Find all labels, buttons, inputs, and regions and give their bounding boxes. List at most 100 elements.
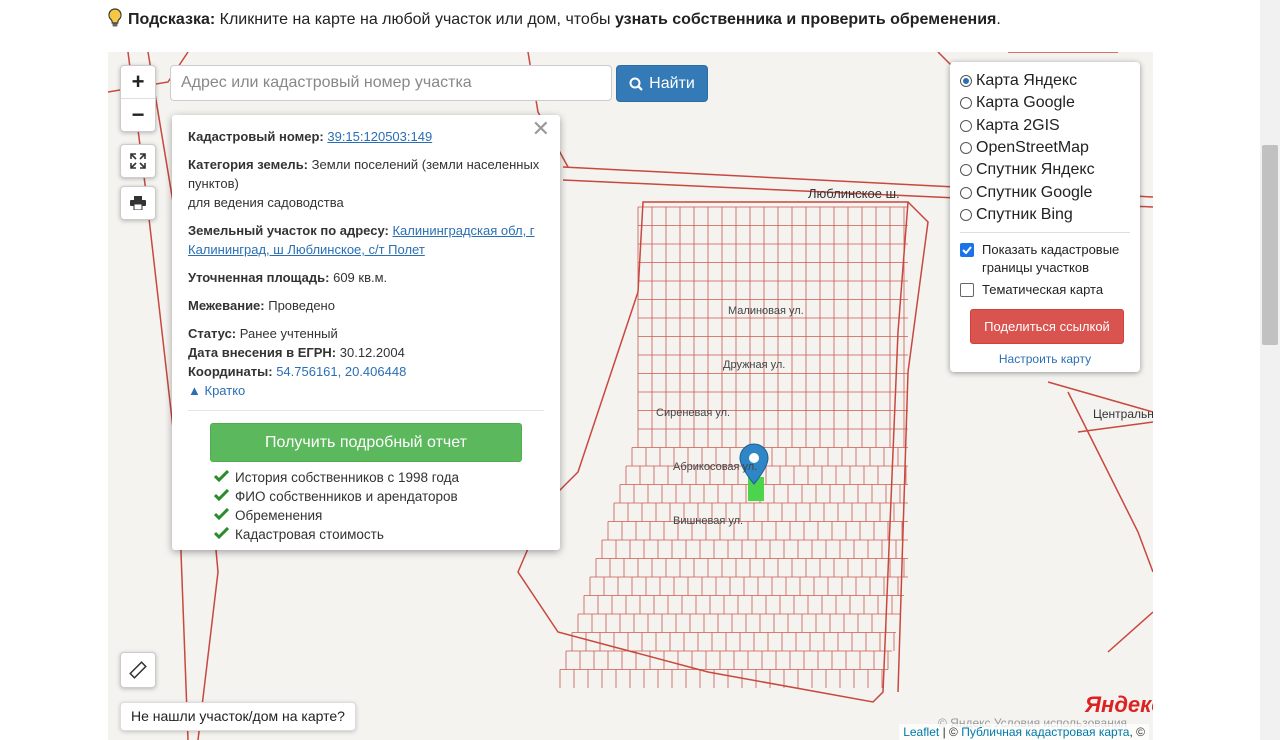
layer-option-bing-satellite[interactable]: Спутник Bing — [960, 204, 1130, 226]
street-label-4: Абрикосовая ул. — [673, 461, 757, 473]
hint-end: . — [996, 11, 1001, 28]
printer-icon — [130, 196, 146, 210]
survey-row: Межевание: Проведено — [188, 296, 544, 315]
leaflet-link[interactable]: Leaflet — [903, 725, 939, 739]
status-row: Статус: Ранее учтенный Дата внесения в Е… — [188, 324, 544, 400]
not-found-button[interactable]: Не нашли участок/дом на карте? — [120, 702, 356, 731]
page-scrollbar[interactable] — [1260, 0, 1280, 740]
egrn-date-label: Дата внесения в ЕГРН: — [188, 345, 337, 360]
find-button[interactable]: Найти — [616, 65, 708, 102]
survey-label: Межевание: — [188, 298, 265, 313]
layer-option-yandex-satellite[interactable]: Спутник Яндекс — [960, 159, 1130, 181]
show-cadastral-checkbox[interactable]: Показать кадастровые границы участков — [960, 241, 1130, 277]
status-label: Статус: — [188, 326, 237, 341]
feature-label: ФИО собственников и арендаторов — [235, 489, 458, 504]
scrollbar-thumb[interactable] — [1262, 145, 1278, 345]
thematic-label: Тематическая карта — [982, 282, 1104, 298]
fullscreen-button[interactable] — [120, 144, 156, 178]
list-item: ФИО собственников и арендаторов — [213, 487, 544, 506]
hint-text: Кликните на карте на любой участок или д… — [215, 11, 615, 28]
yandex-logo: Яндекс — [1085, 692, 1153, 717]
configure-map-link[interactable]: Настроить карту — [960, 352, 1130, 366]
attribution-sep: | © — [939, 725, 962, 739]
lightbulb-icon — [108, 8, 122, 28]
close-icon[interactable]: ✕ — [532, 118, 550, 140]
zoom-control: + − — [120, 65, 156, 132]
radio-icon — [960, 75, 972, 88]
expand-icon — [130, 153, 146, 169]
checkbox-icon — [960, 283, 974, 298]
zoom-out-button[interactable]: − — [121, 98, 155, 131]
area-label: Уточненная площадь: — [188, 270, 330, 285]
radio-icon — [960, 97, 972, 110]
egrn-date-value: 30.12.2004 — [336, 345, 405, 360]
layer-label: Карта Google — [976, 94, 1075, 112]
map[interactable]: Люблинское ш. Малиновая ул. Дружная ул. … — [108, 52, 1153, 740]
check-icon — [213, 506, 230, 525]
check-icon — [213, 487, 230, 506]
list-item: История собственников с 1998 года — [213, 468, 544, 487]
layer-label: Карта 2GIS — [976, 116, 1060, 134]
radio-icon — [960, 119, 972, 132]
layer-option-google-map[interactable]: Карта Google — [960, 92, 1130, 114]
radio-icon — [960, 186, 972, 199]
layer-option-osm[interactable]: OpenStreetMap — [960, 137, 1130, 159]
parcel-grid[interactable] — [559, 206, 908, 688]
street-label-2: Дружная ул. — [723, 359, 785, 371]
hint-label: Подсказка: — [128, 11, 216, 28]
layer-option-2gis[interactable]: Карта 2GIS — [960, 115, 1130, 137]
street-label-1: Малиновая ул. — [728, 305, 804, 317]
layer-switcher: Карта Яндекс Карта Google Карта 2GIS Ope… — [950, 62, 1140, 372]
layer-option-yandex-map[interactable]: Карта Яндекс — [960, 70, 1130, 92]
ruler-icon — [129, 661, 147, 679]
cadastral-number-row: Кадастровый номер: 39:15:120503:149 — [188, 127, 544, 146]
print-button[interactable] — [120, 186, 156, 220]
collapse-link[interactable]: ▲ Кратко — [188, 383, 245, 398]
feature-label: Кадастровая стоимость — [235, 527, 384, 542]
caret-up-icon: ▲ — [188, 383, 201, 398]
layer-label: OpenStreetMap — [976, 139, 1089, 157]
map-attribution: Leaflet | © Публичная кадастровая карта,… — [899, 724, 1149, 740]
district-label: Центральн — [1093, 407, 1153, 421]
pkk-link[interactable]: Публичная кадастровая карта — [961, 725, 1129, 739]
land-usage: для ведения садоводства — [188, 195, 344, 210]
coords-label: Координаты: — [188, 364, 273, 379]
layer-label: Карта Яндекс — [976, 72, 1078, 90]
cadastral-number-link[interactable]: 39:15:120503:149 — [327, 129, 432, 144]
coords-link[interactable]: 54.756161, 20.406448 — [276, 364, 406, 379]
status-value: Ранее учтенный — [236, 326, 338, 341]
hint-bar: Подсказка: Кликните на карте на любой уч… — [108, 8, 1001, 31]
get-report-button[interactable]: Получить подробный отчет — [210, 423, 522, 462]
list-item: Обременения — [213, 506, 544, 525]
parcel-info-popup: ✕ Кадастровый номер: 39:15:120503:149 Ка… — [172, 115, 560, 550]
list-item: Кадастровая стоимость — [213, 525, 544, 544]
feature-label: Обременения — [235, 508, 323, 523]
thematic-map-checkbox[interactable]: Тематическая карта — [960, 281, 1130, 299]
address-row: Земельный участок по адресу: Калининград… — [188, 221, 544, 259]
radio-icon — [960, 208, 972, 221]
checkbox-checked-icon — [960, 243, 974, 258]
cadastral-label: Кадастровый номер: — [188, 129, 324, 144]
feature-label: История собственников с 1998 года — [235, 470, 460, 485]
layer-label: Спутник Google — [976, 183, 1093, 201]
street-label-3: Сиреневая ул. — [656, 407, 730, 419]
layer-option-google-satellite[interactable]: Спутник Google — [960, 181, 1130, 203]
layer-label: Спутник Яндекс — [976, 161, 1095, 179]
category-label: Категория земель: — [188, 157, 309, 172]
hint-emphasis: узнать собственника и проверить обремене… — [614, 11, 997, 28]
measure-button[interactable] — [120, 652, 156, 688]
radio-icon — [960, 142, 972, 155]
share-link-button[interactable]: Поделиться ссылкой — [970, 309, 1124, 345]
search-icon — [629, 77, 643, 91]
find-button-label: Найти — [649, 74, 695, 92]
check-icon — [213, 468, 230, 487]
land-category-row: Категория земель: Земли поселений (земли… — [188, 155, 544, 212]
zoom-in-button[interactable]: + — [121, 66, 155, 98]
radio-icon — [960, 164, 972, 177]
attribution-tail: , © — [1129, 725, 1145, 739]
check-icon — [213, 525, 230, 544]
report-features-list: История собственников с 1998 года ФИО со… — [213, 468, 544, 544]
area-row: Уточненная площадь: 609 кв.м. — [188, 268, 544, 287]
search-input[interactable] — [170, 65, 612, 101]
area-value: 609 кв.м. — [329, 270, 388, 285]
